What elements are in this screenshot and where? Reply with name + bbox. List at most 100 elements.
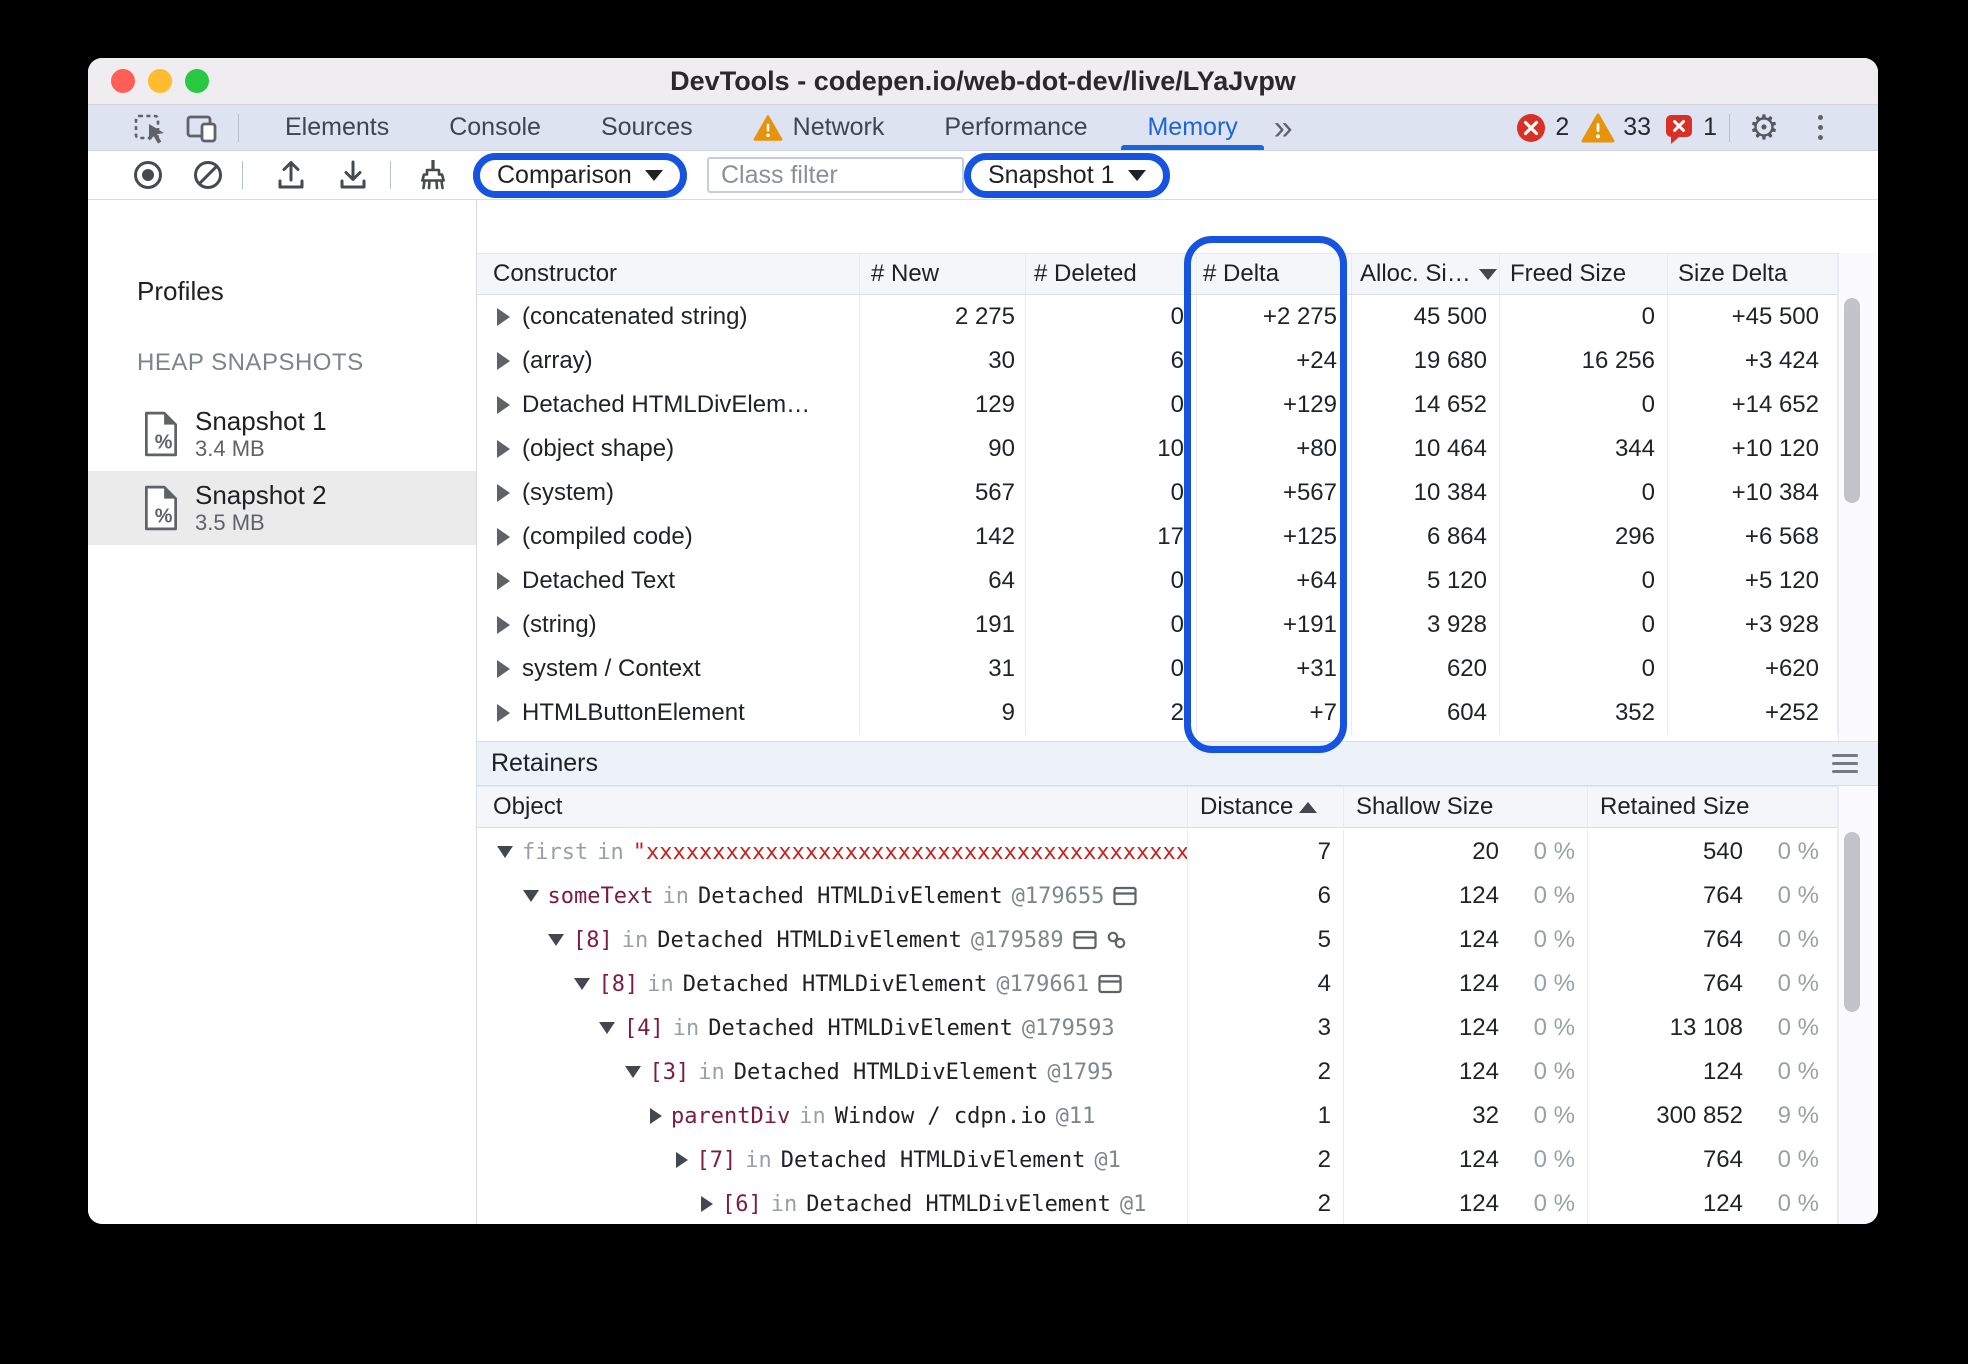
save-profile-download-icon[interactable] [334, 156, 372, 194]
constructor-row[interactable]: Detached HTMLDivElem… 129 0 +129 14 652 0 +14 … [477, 383, 1838, 427]
frame-icon [1098, 974, 1122, 994]
expand-arrow-icon[interactable] [497, 616, 510, 634]
expand-arrow-icon[interactable] [497, 704, 510, 722]
retainer-row[interactable]: [3] in Detached HTMLDivElement @1795 2 124 0 %… [477, 1050, 1838, 1094]
constructor-row[interactable]: Detached Text 64 0 +64 5 120 0 +5 120 [477, 559, 1838, 603]
perspective-dropdown[interactable]: Comparison [497, 161, 663, 190]
issues-badge[interactable]: 1 [1663, 111, 1717, 145]
column-header-freedsize[interactable]: Freed Size [1500, 254, 1668, 294]
collapse-arrow-icon[interactable] [624, 1066, 641, 1078]
tab-label: Performance [944, 113, 1088, 141]
constructor-row[interactable]: (compiled code) 142 17 +125 6 864 296 +6 568 [477, 515, 1838, 559]
minimize-window-button[interactable] [148, 69, 172, 93]
collapse-arrow-icon[interactable] [548, 934, 564, 946]
close-window-button[interactable] [111, 69, 135, 93]
console-warnings-badge[interactable]: 33 [1581, 112, 1651, 144]
shallow-size-percent: 0 % [1533, 1058, 1575, 1085]
alloc-cell: 604 [1352, 691, 1500, 735]
tab-elements[interactable]: Elements [255, 105, 419, 150]
collapse-arrow-icon[interactable] [573, 978, 590, 990]
constructor-row[interactable]: (string) 191 0 +191 3 928 0 +3 928 [477, 603, 1838, 647]
inspect-element-icon[interactable] [128, 108, 172, 148]
console-errors-badge[interactable]: 2 [1515, 112, 1569, 144]
expand-arrow-icon[interactable] [497, 484, 510, 502]
shallow-size-value: 124 [1458, 882, 1499, 909]
tab-memory[interactable]: Memory [1117, 105, 1267, 150]
column-header-new[interactable]: # New [860, 254, 1026, 294]
sidebar-item-snapshot-1[interactable]: % Snapshot 1 3.4 MB [88, 397, 476, 471]
tab-sources[interactable]: Sources [571, 105, 723, 150]
shallow-size-cell: 124 0 % [1344, 1138, 1588, 1182]
retainer-row[interactable]: [6] in Detached HTMLDivElement @1 2 124 0 % 124… [477, 1182, 1838, 1224]
retainer-object-id: @179655 [1011, 883, 1105, 909]
more-panels-icon[interactable]: » [1268, 111, 1299, 145]
column-header-sizedelta[interactable]: Size Delta [1668, 254, 1838, 294]
expand-arrow-icon[interactable] [675, 1152, 688, 1168]
size-delta-value: +620 [1764, 655, 1819, 682]
retainer-row[interactable]: [7] in Detached HTMLDivElement @1 2 124 0 % 764… [477, 1138, 1838, 1182]
collapse-arrow-icon[interactable] [497, 846, 513, 858]
table-scrollbar-thumb[interactable] [1844, 298, 1860, 503]
retainers-column-header-object[interactable]: Object [477, 787, 1188, 827]
expand-arrow-icon[interactable] [701, 1196, 713, 1212]
svg-text:%: % [155, 506, 173, 528]
retainers-column-header-shallowsize[interactable]: Shallow Size [1344, 787, 1588, 827]
expand-arrow-icon[interactable] [497, 352, 510, 370]
shallow-size-percent: 0 % [1533, 926, 1575, 953]
panel-tabs: Elements Console Sources Network Performance… [255, 105, 1268, 150]
distance-value: 2 [1317, 1190, 1331, 1217]
retainer-row[interactable]: [8] in Detached HTMLDivElement @179589 5 124 0… [477, 918, 1838, 962]
tab-console[interactable]: Console [419, 105, 571, 150]
expand-arrow-icon[interactable] [650, 1108, 662, 1124]
constructor-row[interactable]: (system) 567 0 +567 10 384 0 +10 384 [477, 471, 1838, 515]
column-header-constructor[interactable]: Constructor [477, 254, 860, 294]
retainers-scrollbar-thumb[interactable] [1844, 832, 1860, 1012]
new-value: 567 [974, 479, 1015, 506]
constructor-row[interactable]: (concatenated string) 2 275 0 +2 275 45 500 0… [477, 295, 1838, 339]
expand-arrow-icon[interactable] [497, 440, 510, 458]
constructor-row[interactable]: (object shape) 90 10 +80 10 464 344 +10 120 [477, 427, 1838, 471]
expand-arrow-icon[interactable] [497, 396, 510, 414]
expand-arrow-icon[interactable] [497, 660, 510, 678]
constructor-row[interactable]: system / Context 31 0 +31 620 0 +620 [477, 647, 1838, 691]
constructor-name: Detached Text [522, 567, 675, 594]
retainers-column-header-distance[interactable]: Distance [1188, 787, 1344, 827]
collapse-arrow-icon[interactable] [599, 1022, 615, 1034]
retainers-toolbar: Retainers [477, 741, 1878, 786]
expand-arrow-icon[interactable] [497, 308, 510, 326]
constructor-name: (object shape) [522, 435, 675, 462]
column-header-allocsi[interactable]: Alloc. Si… [1352, 254, 1500, 294]
take-snapshot-record-icon[interactable] [129, 156, 167, 194]
base-snapshot-dropdown[interactable]: Snapshot 1 [988, 161, 1146, 190]
toggle-device-toolbar-icon[interactable] [180, 108, 224, 148]
retainer-row[interactable]: [4] in Detached HTMLDivElement @179593 3 124 0… [477, 1006, 1838, 1050]
expand-arrow-icon[interactable] [497, 572, 510, 590]
retainer-row[interactable]: parentDiv in Window / cdpn.io @11 1 32 0 % 300 … [477, 1094, 1838, 1138]
tab-performance[interactable]: Performance [914, 105, 1117, 150]
column-header-deleted[interactable]: # Deleted [1026, 254, 1197, 294]
expand-arrow-icon[interactable] [497, 528, 510, 546]
retainer-row[interactable]: [8] in Detached HTMLDivElement @179661 4 124 0… [477, 962, 1838, 1006]
maximize-window-button[interactable] [185, 69, 209, 93]
load-profile-upload-icon[interactable] [272, 156, 310, 194]
retainer-row[interactable]: first in "xxxxxxxxxxxxxxxxxxxxxxxxxxxxxxxx… [477, 830, 1838, 874]
constructor-row[interactable]: (array) 30 6 +24 19 680 16 256 +3 424 [477, 339, 1838, 383]
more-options-kebab-icon[interactable] [1798, 108, 1842, 148]
settings-gear-icon[interactable]: ⚙ [1742, 108, 1786, 148]
tab-network[interactable]: Network [723, 105, 915, 150]
new-cell: 2 275 [860, 295, 1026, 339]
retainer-row[interactable]: someText in Detached HTMLDivElement @179655… [477, 874, 1838, 918]
retainers-menu-icon[interactable] [1832, 754, 1858, 773]
column-header-label: Alloc. Si… [1360, 260, 1471, 287]
clear-profiles-icon[interactable] [189, 156, 227, 194]
sidebar-item-snapshot-2[interactable]: % Snapshot 2 3.5 MB [88, 471, 476, 545]
clear-all-broom-icon[interactable] [414, 156, 452, 194]
retainer-edge-name: parentDiv [671, 1103, 791, 1129]
retainers-column-header-retainedsize[interactable]: Retained Size [1588, 787, 1838, 827]
collapse-arrow-icon[interactable] [522, 890, 539, 902]
class-filter-input[interactable] [707, 157, 964, 193]
column-header-delta[interactable]: # Delta [1197, 254, 1352, 294]
alloc-value: 604 [1446, 699, 1487, 726]
constructor-row[interactable]: HTMLButtonElement 9 2 +7 604 352 +252 [477, 691, 1838, 735]
column-header-label: Size Delta [1678, 260, 1788, 287]
